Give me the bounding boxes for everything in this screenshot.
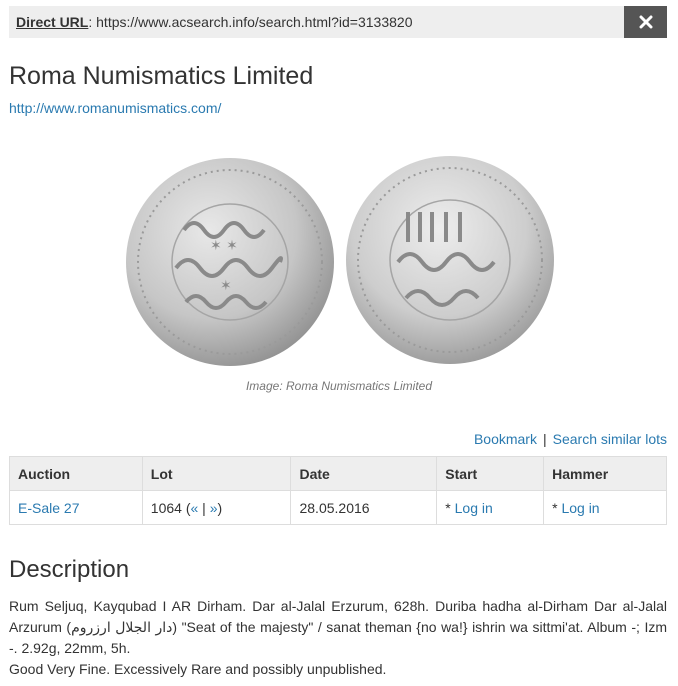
bookmark-link[interactable]: Bookmark: [474, 431, 537, 447]
close-button[interactable]: [624, 6, 667, 38]
cell-date: 28.05.2016: [290, 490, 438, 525]
direct-url-label[interactable]: Direct URL: [16, 14, 88, 30]
auction-link[interactable]: E-Sale 27: [18, 500, 79, 516]
table-header-row: Auction Lot Date Start Hammer: [9, 456, 667, 491]
svg-text:✶: ✶: [220, 278, 232, 294]
description-heading: Description: [9, 556, 130, 583]
header-auction: Auction: [9, 456, 143, 491]
close-icon: [639, 15, 652, 29]
table-row: E-Sale 27 1064 (« | ») 28.05.2016 * Log …: [9, 490, 667, 525]
cell-auction: E-Sale 27: [9, 490, 143, 525]
header-date: Date: [290, 456, 438, 491]
lot-table: Auction Lot Date Start Hammer E-Sale 27 …: [9, 456, 667, 525]
image-caption: Image: Roma Numismatics Limited: [245, 379, 433, 393]
description-body: Rum Seljuq, Kayqubad I AR Dirham. Dar al…: [9, 596, 667, 680]
direct-url-bar: Direct URL: https://www.acsearch.info/se…: [9, 6, 667, 38]
coin-obverse: ✶ ✶ ✶: [126, 158, 334, 366]
cell-hammer: * Log in: [543, 490, 667, 525]
search-similar-lots-link[interactable]: Search similar lots: [553, 431, 667, 447]
actions-separator: |: [542, 431, 547, 447]
direct-url-text: Direct URL: https://www.acsearch.info/se…: [16, 14, 413, 30]
description-text: Rum Seljuq, Kayqubad I AR Dirham. Dar al…: [9, 598, 668, 656]
lot-nav-separator: |: [198, 499, 210, 516]
next-lot-link[interactable]: »: [210, 500, 218, 516]
description-grade: Good Very Fine. Excessively Rare and pos…: [9, 661, 387, 677]
svg-text:✶ ✶: ✶ ✶: [210, 238, 238, 254]
hammer-login-link[interactable]: Log in: [561, 500, 599, 516]
lot-close-paren: ): [217, 499, 223, 516]
lot-actions: Bookmark | Search similar lots: [474, 431, 667, 447]
lot-number: 1064 (: [150, 499, 191, 516]
start-login-link[interactable]: Log in: [455, 500, 493, 516]
cell-lot: 1064 (« | »): [141, 490, 292, 525]
header-hammer: Hammer: [543, 456, 667, 491]
header-lot: Lot: [141, 456, 292, 491]
direct-url-value: : https://www.acsearch.info/search.html?…: [88, 14, 413, 30]
seller-title: Roma Numismatics Limited: [9, 62, 314, 90]
start-prefix: *: [445, 499, 455, 516]
seller-website-link[interactable]: http://www.romanumismatics.com/: [9, 100, 221, 116]
cell-start: * Log in: [436, 490, 545, 525]
header-start: Start: [436, 456, 545, 491]
coin-reverse: [346, 156, 554, 364]
coin-image: ✶ ✶ ✶: [124, 150, 558, 374]
